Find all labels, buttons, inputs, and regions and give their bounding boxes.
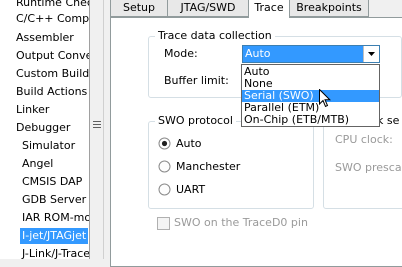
swo-prescale-label: SWO prescale xyxy=(335,161,402,174)
mode-combobox-value: Auto xyxy=(245,47,271,60)
category-item[interactable]: Debugger xyxy=(14,120,72,136)
category-item[interactable]: Linker xyxy=(14,102,51,118)
cpu-clock-label: CPU clock: xyxy=(335,133,393,146)
category-item[interactable]: Angel xyxy=(20,156,55,172)
tab-row: Setup JTAG/SWD Trace Breakpoints xyxy=(110,0,402,18)
swo-protocol-option-label: Manchester xyxy=(176,160,241,173)
tab-jtag-swd[interactable]: JTAG/SWD xyxy=(167,0,249,17)
category-item[interactable]: I-jet/JTAGjet xyxy=(20,228,89,244)
category-item[interactable]: Runtime Checking xyxy=(14,0,89,11)
swo-protocol-radio[interactable] xyxy=(158,160,171,173)
tab-trace[interactable]: Trace xyxy=(248,0,290,18)
swo-protocol-radio[interactable] xyxy=(158,137,171,150)
category-item[interactable]: CMSIS DAP xyxy=(20,174,84,190)
buffer-limit-label: Buffer limit: xyxy=(164,74,229,87)
mouse-cursor-icon xyxy=(319,89,331,108)
category-item[interactable]: C/C++ Compiler xyxy=(14,11,89,27)
splitter-grip-icon[interactable] xyxy=(93,121,101,129)
mode-option[interactable]: On-Chip (ETB/MTB) xyxy=(242,114,379,126)
chevron-down-icon[interactable] xyxy=(363,46,379,62)
swo-protocol-option-label: UART xyxy=(176,183,206,196)
category-item[interactable]: IAR ROM-moni xyxy=(20,210,89,226)
mode-dropdown-list[interactable]: Auto None Serial (SWO) Parallel (ETM) On-Chi… xyxy=(241,64,380,127)
splitter[interactable] xyxy=(90,0,104,259)
trace-data-collection-title: Trace data collection xyxy=(155,30,275,42)
tab-breakpoints[interactable]: Breakpoints xyxy=(289,0,369,17)
swo-traced0-checkbox[interactable] xyxy=(157,217,170,230)
category-item[interactable]: Build Actions xyxy=(14,84,89,100)
swo-protocol-radio[interactable] xyxy=(158,183,171,196)
mode-label: Mode: xyxy=(164,47,198,60)
category-item[interactable]: Output Convert xyxy=(14,48,89,64)
mode-combobox[interactable]: Auto xyxy=(242,45,380,63)
category-item[interactable]: Simulator xyxy=(20,138,77,154)
category-list[interactable]: Runtime CheckingC/C++ Compiler Assembler O… xyxy=(0,0,90,259)
category-item[interactable]: Custom Build xyxy=(14,66,89,82)
category-item[interactable]: Assembler xyxy=(14,30,76,46)
tab-setup[interactable]: Setup xyxy=(110,0,168,17)
category-item[interactable]: J-Link/J-Trace xyxy=(20,246,89,259)
swo-protocol-option-label: Auto xyxy=(176,137,202,150)
swo-protocol-title: SWO protocol xyxy=(155,115,236,127)
swo-traced0-label: SWO on the TraceD0 pin xyxy=(174,216,308,229)
category-item[interactable]: GDB Server xyxy=(20,192,88,208)
